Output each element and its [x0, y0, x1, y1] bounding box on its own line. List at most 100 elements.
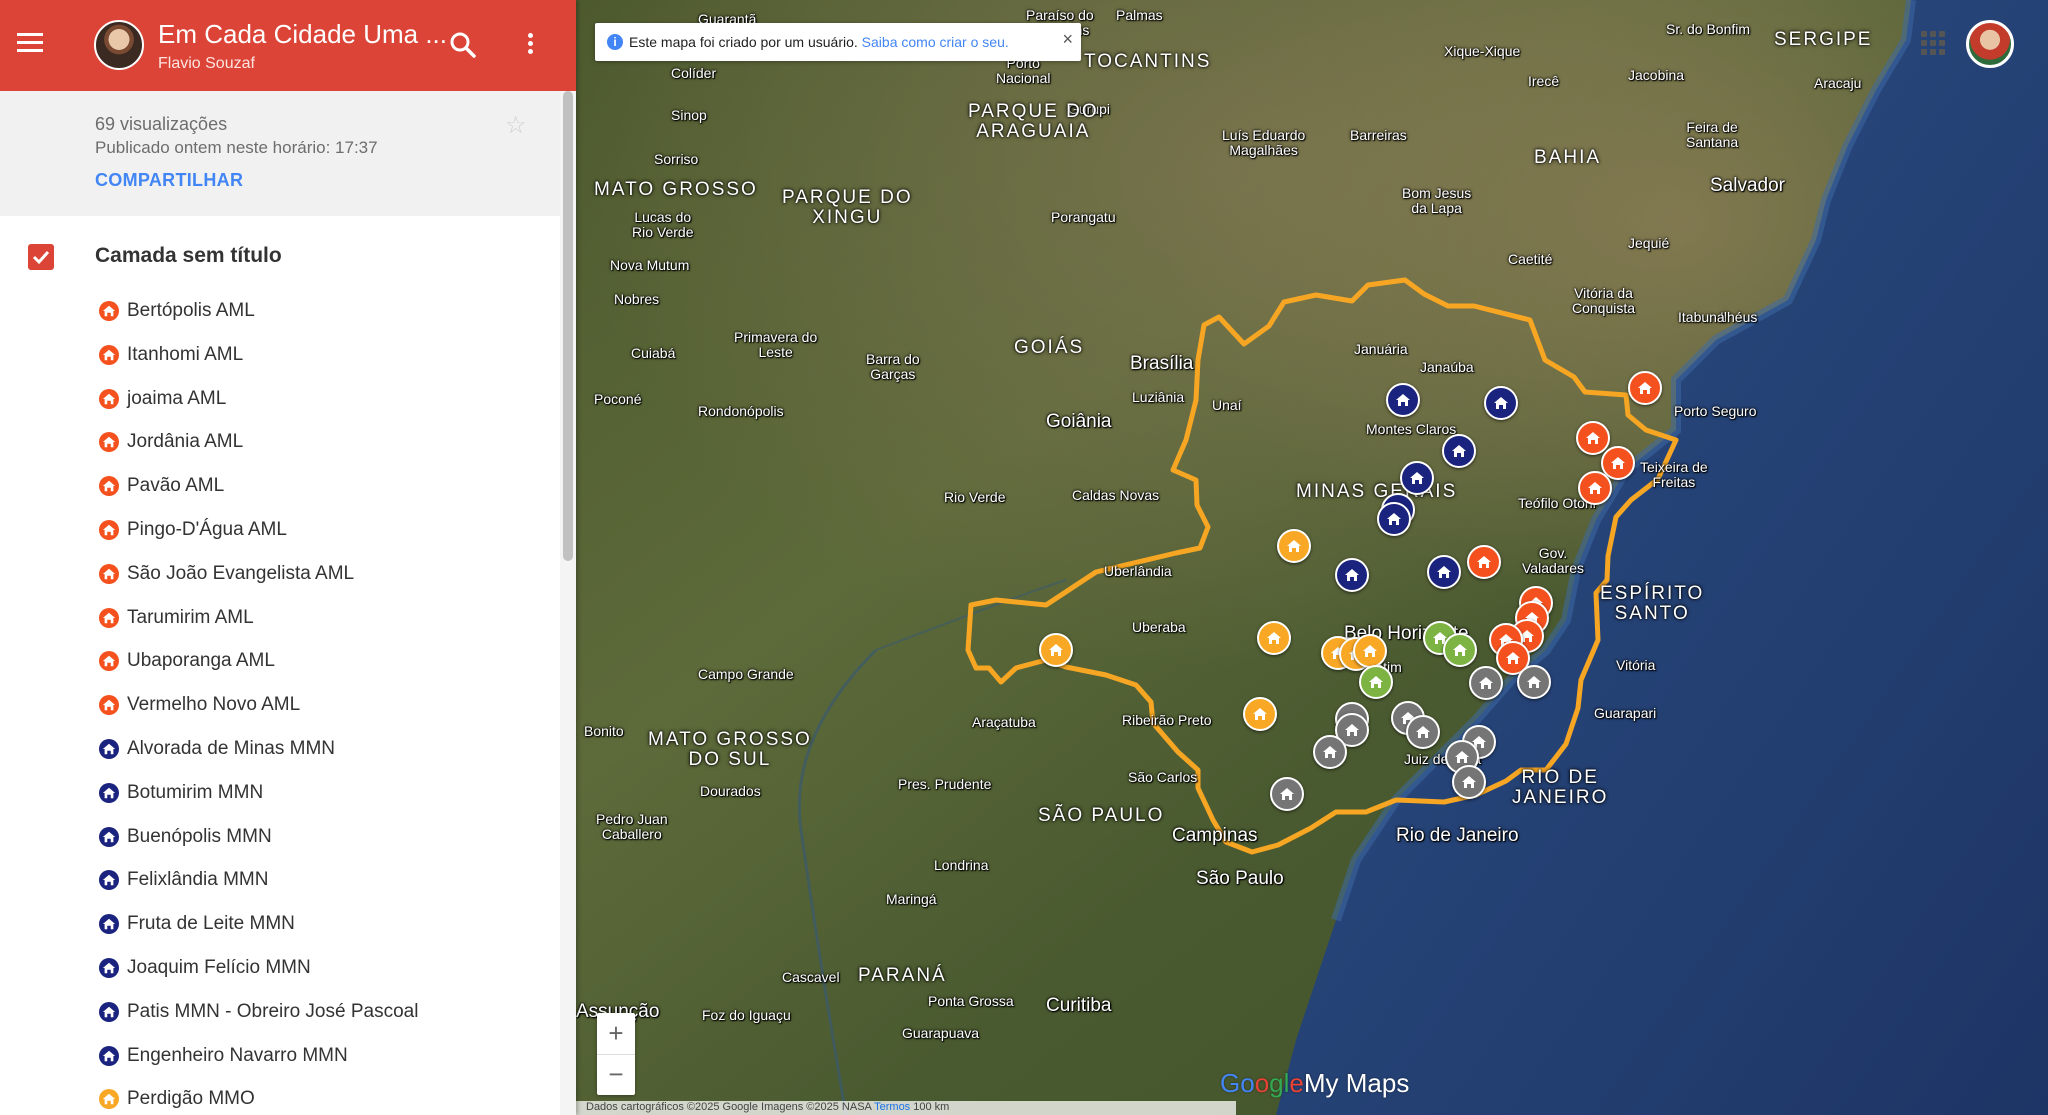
map-marker-house-icon[interactable]: [1452, 765, 1486, 799]
map-marker-house-icon[interactable]: [1243, 697, 1277, 731]
list-item-label: Joaquim Felício MMN: [127, 956, 311, 978]
list-item[interactable]: Ubaporanga AML: [0, 640, 560, 684]
list-item[interactable]: São João Evangelista AML: [0, 553, 560, 597]
map-marker-house-icon[interactable]: [1270, 777, 1304, 811]
list-item-label: joaima AML: [127, 387, 227, 409]
map-marker-house-icon[interactable]: [1442, 434, 1476, 468]
city-label: Colíder: [671, 65, 717, 81]
map-marker-house-icon[interactable]: [1427, 555, 1461, 589]
list-item[interactable]: Vermelho Novo AML: [0, 684, 560, 728]
map-marker-house-icon[interactable]: [1467, 545, 1501, 579]
city-label: Sinop: [671, 107, 707, 123]
list-item[interactable]: joaima AML: [0, 378, 560, 422]
attribution-text: Dados cartográficos ©2025 Google Imagens…: [586, 1101, 872, 1113]
zoom-out-button[interactable]: −: [597, 1054, 635, 1095]
map-title[interactable]: Em Cada Cidade Uma ...: [158, 19, 447, 50]
search-icon[interactable]: [448, 30, 478, 60]
list-item-label: Pingo-D'Água AML: [127, 518, 287, 540]
sidebar: Em Cada Cidade Uma ... Flavio Souzaf 69 …: [0, 0, 576, 1115]
list-item[interactable]: Buenópolis MMN: [0, 816, 560, 860]
author-name[interactable]: Flavio Souzaf: [158, 55, 255, 73]
region-label: SÃO PAULO: [1038, 805, 1165, 826]
menu-icon[interactable]: [14, 28, 46, 60]
map-marker-house-icon[interactable]: [1400, 461, 1434, 495]
notice-text: Este mapa foi criado por um usuário.: [629, 34, 858, 50]
city-label: Nova Mutum: [610, 257, 690, 273]
list-item[interactable]: Patis MMN - Obreiro José Pascoal: [0, 991, 560, 1035]
city-label: Vitória: [1616, 657, 1656, 673]
list-item[interactable]: Alvorada de Minas MMN: [0, 728, 560, 772]
list-item[interactable]: Pavão AML: [0, 465, 560, 509]
map-info: 69 visualizações Publicado ontem neste h…: [0, 91, 560, 216]
list-item[interactable]: Felixlândia MMN: [0, 859, 560, 903]
map-marker-house-icon[interactable]: [1386, 383, 1420, 417]
region-label: ESPÍRITO SANTO: [1600, 583, 1705, 624]
layer-title[interactable]: Camada sem título: [95, 244, 282, 268]
city-label: Maringá: [886, 891, 937, 907]
house-marker-icon: [99, 432, 119, 453]
list-item[interactable]: Pingo-D'Água AML: [0, 509, 560, 553]
city-label: Sr. do Bonfim: [1666, 21, 1751, 37]
layer-checkbox[interactable]: [28, 244, 54, 270]
account-avatar[interactable]: [1966, 20, 2014, 68]
close-icon[interactable]: ×: [1062, 29, 1073, 50]
house-marker-icon: [99, 738, 119, 759]
city-label: Salvador: [1710, 175, 1785, 196]
apps-grid-icon[interactable]: [1921, 31, 1945, 55]
list-item-label: Itanhomi AML: [127, 343, 244, 365]
city-label: Luziânia: [1132, 389, 1185, 405]
zoom-controls: + −: [597, 1013, 635, 1095]
map-marker-house-icon[interactable]: [1353, 634, 1387, 668]
city-label: Feira de Santana: [1686, 119, 1739, 150]
list-item[interactable]: Tarumirim AML: [0, 597, 560, 641]
list-item[interactable]: Engenheiro Navarro MMN: [0, 1035, 560, 1079]
list-item-label: Fruta de Leite MMN: [127, 913, 295, 935]
map-marker-house-icon[interactable]: [1469, 666, 1503, 700]
list-item[interactable]: Perdigão MMO: [0, 1078, 560, 1115]
city-label: Uberaba: [1132, 619, 1186, 635]
map-marker-house-icon[interactable]: [1443, 633, 1477, 667]
list-item[interactable]: Jordânia AML: [0, 421, 560, 465]
list-item[interactable]: Itanhomi AML: [0, 334, 560, 378]
map-marker-house-icon[interactable]: [1359, 665, 1393, 699]
info-icon: i: [607, 34, 623, 50]
map-marker-house-icon[interactable]: [1257, 621, 1291, 655]
list-item[interactable]: Joaquim Felício MMN: [0, 947, 560, 991]
list-item[interactable]: Bertópolis AML: [0, 290, 560, 334]
scrollbar-thumb[interactable]: [563, 91, 573, 561]
satellite-map: [576, 0, 2048, 1115]
map-marker-house-icon[interactable]: [1377, 502, 1411, 536]
map-marker-house-icon[interactable]: [1578, 471, 1612, 505]
map-canvas[interactable]: GuarantãParaíso do TocantinsPalmasColíde…: [576, 0, 2048, 1115]
map-marker-house-icon[interactable]: [1628, 371, 1662, 405]
learn-create-link[interactable]: Saiba como criar o seu.: [862, 34, 1009, 50]
city-label: Lucas do Rio Verde: [632, 209, 694, 240]
house-marker-icon: [99, 1089, 119, 1110]
share-button[interactable]: COMPARTILHAR: [95, 170, 243, 191]
house-marker-icon: [99, 388, 119, 409]
sidebar-scrollbar[interactable]: [560, 91, 576, 1115]
map-attribution: Dados cartográficos ©2025 Google Imagens…: [576, 1101, 1236, 1115]
map-marker-house-icon[interactable]: [1313, 735, 1347, 769]
list-item[interactable]: Botumirim MMN: [0, 772, 560, 816]
list-item-label: Alvorada de Minas MMN: [127, 737, 336, 759]
city-label: Cascavel: [782, 969, 840, 985]
map-marker-house-icon[interactable]: [1039, 633, 1073, 667]
map-marker-house-icon[interactable]: [1406, 715, 1440, 749]
star-icon[interactable]: ☆: [505, 111, 527, 140]
map-marker-house-icon[interactable]: [1517, 665, 1551, 699]
map-marker-house-icon[interactable]: [1576, 421, 1610, 455]
map-marker-house-icon[interactable]: [1277, 529, 1311, 563]
map-header: Em Cada Cidade Uma ... Flavio Souzaf: [0, 0, 576, 91]
list-item[interactable]: Fruta de Leite MMN: [0, 903, 560, 947]
more-vert-icon[interactable]: [520, 30, 540, 60]
map-marker-house-icon[interactable]: [1484, 386, 1518, 420]
terms-link[interactable]: Termos: [874, 1101, 910, 1113]
map-marker-house-icon[interactable]: [1335, 558, 1369, 592]
zoom-in-button[interactable]: +: [597, 1013, 635, 1053]
list-item-label: Felixlândia MMN: [127, 869, 269, 891]
region-label: PARANÁ: [858, 965, 947, 986]
city-label: Itabuna: [1678, 309, 1725, 325]
house-marker-icon: [99, 695, 119, 716]
house-marker-icon: [99, 914, 119, 935]
